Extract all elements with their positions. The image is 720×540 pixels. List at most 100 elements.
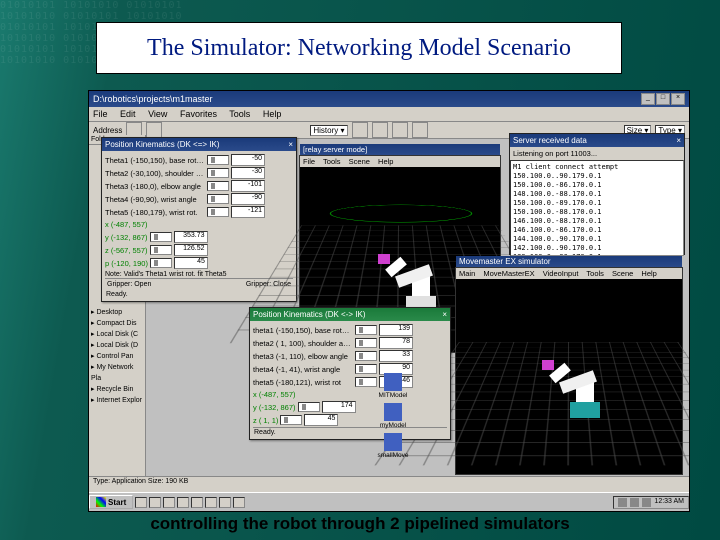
slider[interactable] — [150, 232, 172, 242]
vp-menu[interactable]: Help — [378, 157, 393, 166]
coord-label: p (-120, 190) — [105, 259, 148, 268]
menu-tools[interactable]: Tools — [229, 109, 250, 119]
vp-menu[interactable]: Main — [459, 269, 475, 278]
tree-item[interactable]: Internet Explor — [91, 395, 143, 406]
vp-menu[interactable]: Tools — [323, 157, 341, 166]
close-icon[interactable]: × — [288, 139, 293, 150]
kinematics1-titlebar[interactable]: Position Kinematics (DK <=> IK) × — [102, 138, 296, 151]
close-icon[interactable]: × — [676, 135, 681, 146]
slider-value[interactable]: 33 — [379, 350, 413, 362]
coord-label: x (-487, 557) — [253, 390, 296, 399]
slider-value[interactable]: -30 — [231, 167, 265, 179]
menu-view[interactable]: View — [148, 109, 167, 119]
toolbar-icon[interactable] — [352, 122, 368, 138]
main-menubar: File Edit View Favorites Tools Help — [89, 107, 689, 122]
menu-file[interactable]: File — [93, 109, 108, 119]
desktop-icon[interactable]: MITModel — [373, 373, 413, 399]
slider-value[interactable]: 78 — [379, 337, 413, 349]
menu-help[interactable]: Help — [263, 109, 282, 119]
tree-item[interactable]: Desktop — [91, 307, 143, 318]
kinematics-note: Note: Valid's Theta1 wrist rot. fit Thet… — [105, 271, 293, 278]
vp-menu[interactable]: Help — [641, 269, 656, 278]
slider[interactable] — [280, 415, 302, 425]
taskbar-item[interactable] — [233, 497, 245, 508]
close-icon[interactable]: × — [442, 309, 447, 320]
maximize-button[interactable]: □ — [656, 93, 670, 105]
slider[interactable] — [207, 207, 229, 217]
slider-value[interactable]: 45 — [304, 414, 338, 426]
coord-label: y (-132, 867) — [105, 233, 148, 242]
kinematics2-titlebar[interactable]: Position Kinematics (DK <-> IK) × — [250, 308, 450, 321]
taskbar-item[interactable] — [219, 497, 231, 508]
slider-row: theta4 (-1, 41), wrist angle90 — [253, 363, 447, 375]
tree-item[interactable]: Compact Dis — [91, 318, 143, 329]
slider[interactable] — [355, 338, 377, 348]
taskbar-item[interactable] — [149, 497, 161, 508]
vp-menu[interactable]: Tools — [586, 269, 604, 278]
system-tray[interactable]: 12:33 AM — [613, 496, 689, 509]
start-button[interactable]: Start — [89, 495, 133, 509]
toolbar-icon[interactable] — [412, 122, 428, 138]
slider[interactable] — [150, 258, 172, 268]
folder-tree[interactable]: Desktop Compact Dis Local Disk (C Local … — [89, 305, 145, 408]
slider-value[interactable]: -90 — [231, 193, 265, 205]
tree-item[interactable]: Control Pan — [91, 351, 143, 362]
server-log[interactable]: M1 client connect attempt 150.100.0..90.… — [510, 160, 684, 256]
menu-favorites[interactable]: Favorites — [180, 109, 217, 119]
desktop-icon[interactable]: myModel — [373, 403, 413, 429]
tree-item[interactable]: Local Disk (C — [91, 329, 143, 340]
history-dropdown[interactable]: History ▾ — [310, 125, 347, 136]
vp-menu[interactable]: File — [303, 157, 315, 166]
slider[interactable] — [207, 181, 229, 191]
toolbar-icon[interactable] — [372, 122, 388, 138]
kinematics1-title: Position Kinematics (DK <=> IK) — [105, 139, 220, 150]
tree-item[interactable]: Local Disk (D — [91, 340, 143, 351]
slider-row: Theta5 (-180,179), wrist rot.-121 — [105, 206, 293, 218]
minimize-button[interactable]: _ — [641, 93, 655, 105]
vp-menu[interactable]: VideoInput — [543, 269, 579, 278]
kinematics-window-2: Position Kinematics (DK <-> IK) × theta1… — [249, 307, 451, 440]
tray-icon[interactable] — [618, 498, 627, 507]
gripper-open-btn[interactable]: Gripper: Open — [107, 281, 151, 288]
slide-title-box: The Simulator: Networking Model Scenario — [96, 22, 622, 74]
slider[interactable] — [298, 402, 320, 412]
viewport-movemaster[interactable]: Movemaster EX simulator Main MoveMasterE… — [455, 267, 683, 475]
menu-edit[interactable]: Edit — [120, 109, 136, 119]
tray-icon[interactable] — [642, 498, 651, 507]
slider[interactable] — [355, 351, 377, 361]
tree-item[interactable]: My Network Pla — [91, 362, 143, 384]
tray-icon[interactable] — [630, 498, 639, 507]
viewport2-titlebar[interactable]: Movemaster EX simulator — [456, 256, 682, 267]
server-header: Listening on port 11003... — [510, 147, 684, 160]
slider[interactable] — [207, 194, 229, 204]
tree-item[interactable]: Recycle Bin — [91, 384, 143, 395]
taskbar-item[interactable] — [177, 497, 189, 508]
log-line: 150.100.0.-88.170.0.1 — [513, 208, 681, 217]
taskbar-item[interactable] — [163, 497, 175, 508]
server-titlebar[interactable]: Server received data × — [510, 134, 684, 147]
slider-value[interactable]: -50 — [231, 154, 265, 166]
slider-value[interactable]: -121 — [231, 206, 265, 218]
slider-value[interactable]: 139 — [379, 324, 413, 336]
close-button[interactable]: × — [671, 93, 685, 105]
slider-value[interactable]: 45 — [174, 257, 208, 269]
slider-value[interactable]: -101 — [231, 180, 265, 192]
slider[interactable] — [150, 245, 172, 255]
vp-menu[interactable]: Scene — [349, 157, 370, 166]
desktop-icon[interactable]: smallMove — [373, 433, 413, 459]
slider-value[interactable]: 174 — [322, 401, 356, 413]
slider-value[interactable]: 353.73 — [174, 231, 208, 243]
taskbar-item[interactable] — [135, 497, 147, 508]
toolbar-icon[interactable] — [392, 122, 408, 138]
main-title-text: D:\robotics\projects\m1master — [93, 93, 213, 105]
viewport2-menubar: Main MoveMasterEX VideoInput Tools Scene… — [456, 268, 682, 279]
vp-menu[interactable]: Scene — [612, 269, 633, 278]
slider[interactable] — [207, 155, 229, 165]
forward-button[interactable] — [146, 122, 162, 138]
slider[interactable] — [355, 325, 377, 335]
slider[interactable] — [207, 168, 229, 178]
slider-value[interactable]: 126.52 — [174, 244, 208, 256]
taskbar-item[interactable] — [205, 497, 217, 508]
taskbar-item[interactable] — [191, 497, 203, 508]
vp-menu[interactable]: MoveMasterEX — [483, 269, 534, 278]
